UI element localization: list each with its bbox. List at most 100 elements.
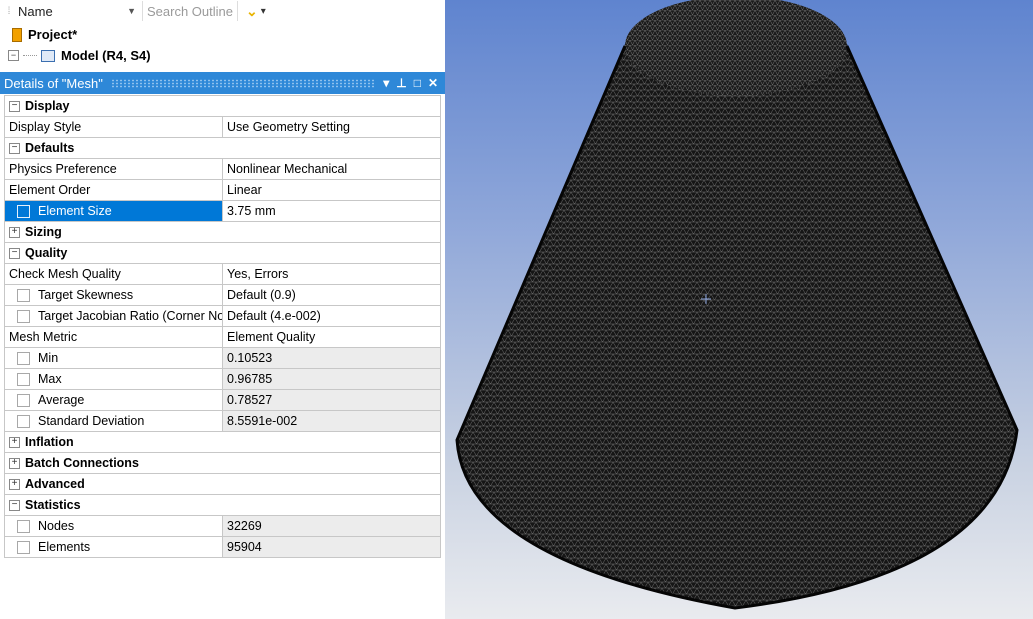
name-filter-dropdown[interactable]: Name ▼ xyxy=(18,1,143,21)
outline-tree: Project* − Model (R4, S4) xyxy=(0,24,445,68)
toolbar-grip-icon[interactable]: ⁞ xyxy=(0,6,18,17)
expand-icon[interactable]: + xyxy=(9,458,20,470)
collapse-icon[interactable]: − xyxy=(9,143,20,155)
detail-value[interactable]: Element Quality xyxy=(222,326,441,348)
tree-item-model[interactable]: − Model (R4, S4) xyxy=(0,45,445,66)
group-row-defaults[interactable]: − Defaults xyxy=(4,137,441,159)
detail-label: Display Style xyxy=(4,116,223,138)
tree-item-project[interactable]: Project* xyxy=(0,24,445,45)
parameter-checkbox[interactable] xyxy=(17,205,30,219)
outline-details-pane: ⁞ Name ▼ Search Outline ⌄ ▾ Project* − M… xyxy=(0,0,445,619)
detail-label: Check Mesh Quality xyxy=(4,263,223,285)
parameter-checkbox[interactable] xyxy=(17,520,30,534)
detail-row[interactable]: Average 0.78527 xyxy=(4,389,441,411)
detail-row[interactable]: Check Mesh Quality Yes, Errors xyxy=(4,263,441,285)
detail-row[interactable]: Display Style Use Geometry Setting xyxy=(4,116,441,138)
outline-toolbar: ⁞ Name ▼ Search Outline ⌄ ▾ xyxy=(0,0,445,22)
parameter-checkbox[interactable] xyxy=(17,310,30,324)
detail-value: 95904 xyxy=(222,536,441,558)
expand-icon[interactable]: + xyxy=(9,479,20,491)
parameter-checkbox[interactable] xyxy=(17,415,30,429)
parameter-checkbox[interactable] xyxy=(17,394,30,408)
chevron-down-icon[interactable]: ⌄ xyxy=(246,3,258,20)
group-label: Inflation xyxy=(25,435,74,449)
cone-body xyxy=(457,44,1017,608)
dropdown-arrow-icon: ▼ xyxy=(127,6,136,16)
detail-row[interactable]: Nodes 32269 xyxy=(4,515,441,537)
expand-icon[interactable]: + xyxy=(9,437,20,449)
group-row-statistics[interactable]: − Statistics xyxy=(4,494,441,516)
group-label: Sizing xyxy=(25,225,62,239)
detail-row[interactable]: Element Order Linear xyxy=(4,179,441,201)
model-icon xyxy=(41,49,55,62)
details-panel-title: Details of "Mesh" xyxy=(4,75,103,91)
parameter-checkbox[interactable] xyxy=(17,289,30,303)
group-label: Advanced xyxy=(25,477,85,491)
group-row-sizing[interactable]: + Sizing xyxy=(4,221,441,243)
detail-label: Physics Preference xyxy=(4,158,223,180)
parameter-checkbox[interactable] xyxy=(17,541,30,555)
group-row-quality[interactable]: − Quality xyxy=(4,242,441,264)
panel-menu-icon[interactable]: ▾ xyxy=(383,76,389,90)
detail-row[interactable]: Min 0.10523 xyxy=(4,347,441,369)
detail-label: Min xyxy=(38,350,59,365)
detail-label: Element Size xyxy=(38,203,112,218)
collapse-icon[interactable]: − xyxy=(9,101,20,113)
group-row-display[interactable]: − Display xyxy=(4,95,441,117)
detail-label: Target Skewness xyxy=(38,287,134,302)
detail-value[interactable]: 3.75 mm xyxy=(222,200,441,222)
collapse-icon[interactable]: − xyxy=(9,500,20,512)
detail-row[interactable]: Mesh Metric Element Quality xyxy=(4,326,441,348)
pin-icon[interactable]: ⊥ xyxy=(396,76,406,90)
group-row-batch-connections[interactable]: + Batch Connections xyxy=(4,452,441,474)
group-label: Quality xyxy=(25,246,68,260)
detail-label: Max xyxy=(38,371,62,386)
group-label: Display xyxy=(25,99,70,113)
header-grip xyxy=(110,78,376,88)
detail-value[interactable]: Default (0.9) xyxy=(222,284,441,306)
parameter-checkbox[interactable] xyxy=(17,352,30,366)
detail-row[interactable]: Target Skewness Default (0.9) xyxy=(4,284,441,306)
collapse-icon[interactable]: − xyxy=(8,50,19,61)
detail-label: Target Jacobian Ratio (Corner Nodes) xyxy=(38,308,222,323)
detail-row[interactable]: Standard Deviation 8.5591e-002 xyxy=(4,410,441,432)
detail-row-selected[interactable]: Element Size 3.75 mm xyxy=(4,200,441,222)
detail-row[interactable]: Max 0.96785 xyxy=(4,368,441,390)
group-row-inflation[interactable]: + Inflation xyxy=(4,431,441,453)
detail-row[interactable]: Target Jacobian Ratio (Corner Nodes) Def… xyxy=(4,305,441,327)
detail-row[interactable]: Elements 95904 xyxy=(4,536,441,558)
cone-top-face xyxy=(625,0,847,96)
group-row-advanced[interactable]: + Advanced xyxy=(4,473,441,495)
detail-row[interactable]: Physics Preference Nonlinear Mechanical xyxy=(4,158,441,180)
detail-label: Standard Deviation xyxy=(38,413,145,428)
detail-label: Average xyxy=(38,392,85,407)
close-icon[interactable]: ✕ xyxy=(428,76,438,90)
group-label: Defaults xyxy=(25,141,75,155)
parameter-checkbox[interactable] xyxy=(17,373,30,387)
tree-connector xyxy=(23,55,37,56)
detail-value[interactable]: Linear xyxy=(222,179,441,201)
detail-value[interactable]: Yes, Errors xyxy=(222,263,441,285)
detail-label: Mesh Metric xyxy=(4,326,223,348)
expand-icon[interactable]: + xyxy=(9,227,20,239)
detail-value[interactable]: Default (4.e-002) xyxy=(222,305,441,327)
project-label: Project* xyxy=(28,27,78,42)
detail-value[interactable]: Nonlinear Mechanical xyxy=(222,158,441,180)
detail-label: Nodes xyxy=(38,518,75,533)
detail-value: 0.10523 xyxy=(222,347,441,369)
group-label: Statistics xyxy=(25,498,81,512)
name-filter-label: Name xyxy=(18,3,53,19)
group-label: Batch Connections xyxy=(25,456,139,470)
search-outline-input[interactable]: Search Outline xyxy=(143,1,238,21)
detail-label: Elements xyxy=(38,539,91,554)
collapse-icon[interactable]: − xyxy=(9,248,20,260)
detail-value: 32269 xyxy=(222,515,441,537)
detail-value: 8.5591e-002 xyxy=(222,410,441,432)
detail-value[interactable]: Use Geometry Setting xyxy=(222,116,441,138)
graphics-viewport[interactable] xyxy=(445,0,1033,619)
maximize-icon[interactable]: □ xyxy=(414,76,421,90)
detail-value: 0.78527 xyxy=(222,389,441,411)
detail-label: Element Order xyxy=(4,179,223,201)
toolbar-overflow-icon[interactable]: ▾ xyxy=(261,6,266,17)
details-panel-header: Details of "Mesh" ▾ ⊥ □ ✕ xyxy=(0,72,445,94)
